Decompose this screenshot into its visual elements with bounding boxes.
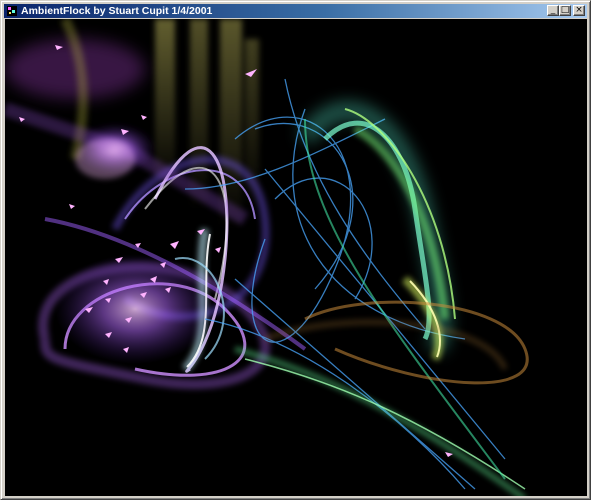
bird <box>215 247 221 253</box>
app-window: AmbientFlock by Stuart Cupit 1/4/2001 _ … <box>0 0 591 500</box>
title-bar[interactable]: AmbientFlock by Stuart Cupit 1/4/2001 _ … <box>4 4 587 18</box>
bird <box>170 241 179 249</box>
minimize-button[interactable]: _ <box>547 5 559 16</box>
window-controls: _ □ × <box>547 5 585 16</box>
bird <box>69 204 75 209</box>
bird <box>141 115 147 120</box>
maximize-button[interactable]: □ <box>559 5 571 16</box>
app-icon[interactable] <box>6 5 18 17</box>
close-icon: × <box>575 5 583 15</box>
minimize-icon: _ <box>550 5 556 15</box>
close-button[interactable]: × <box>573 5 585 16</box>
flock-render-canvas[interactable] <box>5 19 587 496</box>
flock-scene <box>5 19 529 496</box>
window-title: AmbientFlock by Stuart Cupit 1/4/2001 <box>21 5 213 17</box>
maximize-icon: □ <box>560 5 570 15</box>
